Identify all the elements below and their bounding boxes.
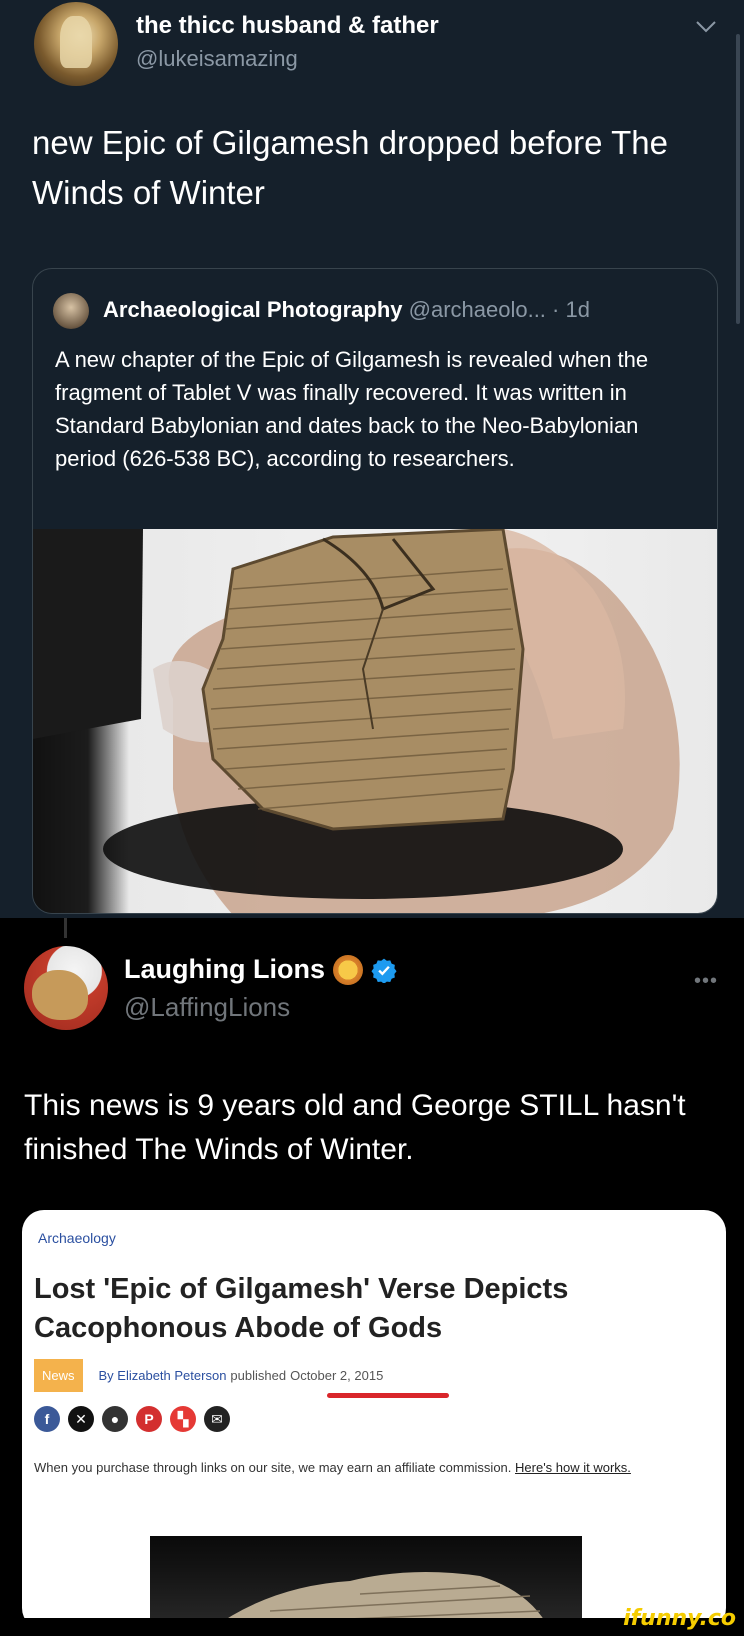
reply-text: This news is 9 years old and George STIL… — [24, 1089, 686, 1166]
author-handle[interactable]: @lukeisamazing — [136, 46, 298, 72]
thread-connector — [64, 918, 67, 938]
disclaimer-link[interactable]: Here's how it works. — [515, 1460, 631, 1475]
reply-author-name-row[interactable]: Laughing Lions — [124, 954, 397, 985]
published-label: published — [230, 1367, 287, 1383]
reply-author-handle[interactable]: @LaffingLions — [124, 992, 290, 1023]
pinterest-icon[interactable]: P — [136, 1406, 162, 1432]
email-icon[interactable]: ✉ — [204, 1406, 230, 1432]
red-underline-mark — [327, 1393, 449, 1398]
tablet-photo[interactable] — [33, 529, 717, 913]
reply-tweet: Laughing Lions @LaffingLions ••• This ne… — [0, 918, 744, 1630]
tablet-photo-illustration — [33, 529, 680, 913]
article-byline[interactable]: By Elizabeth Peterson — [99, 1368, 227, 1383]
tablet-image-illustration — [210, 1572, 550, 1630]
quote-author-avatar — [53, 293, 89, 329]
flipboard-icon[interactable]: ▚ — [170, 1406, 196, 1432]
tweet-card: the thicc husband & father @lukeisamazin… — [0, 0, 744, 918]
disclaimer-text: When you purchase through links on our s… — [34, 1460, 512, 1475]
ifunny-watermark: ifunny.co — [623, 1606, 736, 1631]
article-screenshot: Archaeology Lost 'Epic of Gilgamesh' Ver… — [22, 1210, 726, 1630]
lion-emoji-icon — [332, 954, 363, 985]
scrollbar[interactable] — [736, 34, 740, 324]
facebook-icon[interactable]: f — [34, 1406, 60, 1432]
article-title: Lost 'Epic of Gilgamesh' Verse Depicts C… — [34, 1273, 569, 1344]
tweet-text: new Epic of Gilgamesh dropped before The… — [32, 124, 668, 211]
quote-author-name: Archaeological Photography — [103, 297, 403, 322]
quote-header: Archaeological Photography @archaeolo...… — [103, 297, 590, 323]
author-avatar[interactable] — [34, 2, 118, 86]
article-tablet-image — [150, 1536, 582, 1630]
verified-badge-icon — [371, 958, 397, 983]
reply-author-avatar[interactable] — [24, 946, 108, 1030]
article-category[interactable]: Archaeology — [38, 1230, 116, 1246]
news-badge: News — [34, 1358, 83, 1392]
author-name[interactable]: the thicc husband & father — [136, 12, 439, 40]
article-meta: News By Elizabeth Peterson published Oct… — [34, 1358, 383, 1392]
affiliate-disclaimer: When you purchase through links on our s… — [34, 1458, 694, 1478]
quote-text: A new chapter of the Epic of Gilgamesh i… — [55, 347, 649, 471]
chevron-down-icon[interactable] — [694, 18, 718, 36]
quote-author-handle: @archaeolo... — [408, 297, 546, 322]
reddit-icon[interactable]: ● — [102, 1406, 128, 1432]
share-icons: f ✕ ● P ▚ ✉ — [34, 1406, 230, 1432]
reply-author-name[interactable]: Laughing Lions — [124, 954, 325, 985]
quoted-tweet[interactable]: Archaeological Photography @archaeolo...… — [32, 268, 718, 914]
more-options-icon[interactable]: ••• — [694, 970, 718, 993]
x-icon[interactable]: ✕ — [68, 1406, 94, 1432]
published-date: October 2, 2015 — [290, 1367, 384, 1383]
quote-time: · 1d — [552, 297, 590, 322]
